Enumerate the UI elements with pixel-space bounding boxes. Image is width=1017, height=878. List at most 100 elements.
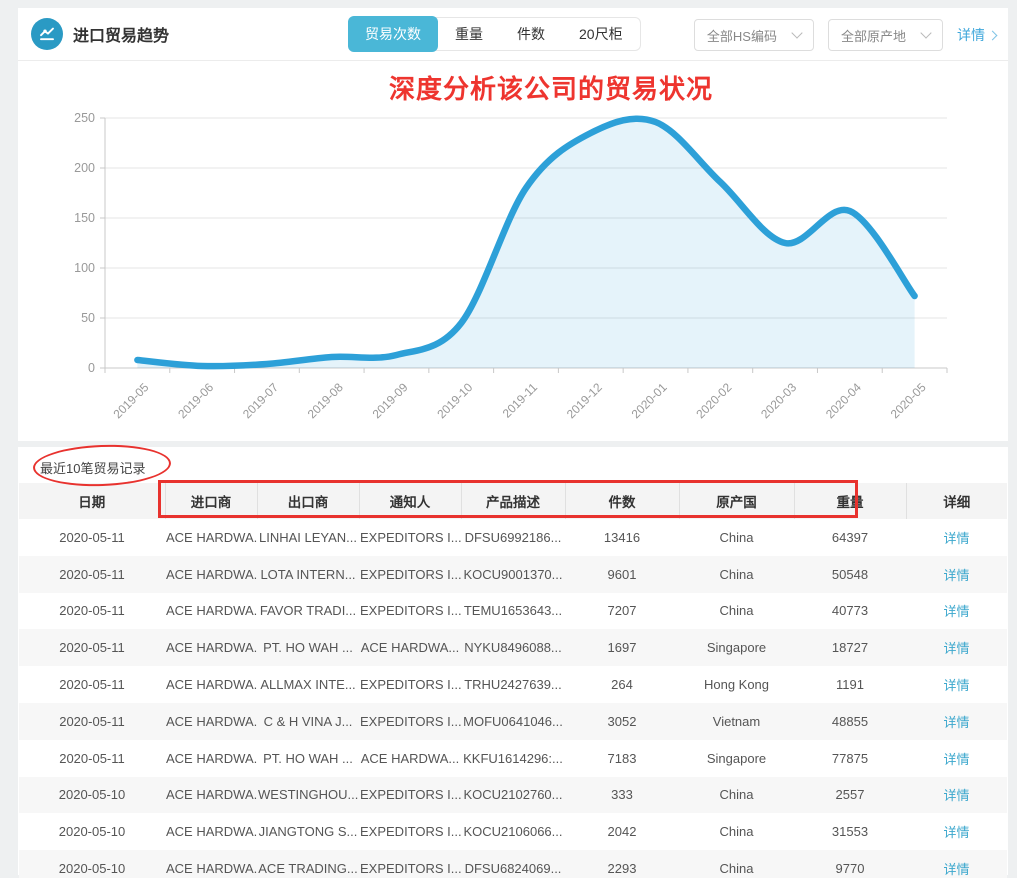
table-cell: 31553	[794, 813, 906, 850]
tab-1[interactable]: 重量	[438, 17, 500, 51]
svg-text:50: 50	[81, 311, 95, 325]
table-cell: EXPEDITORS I...	[359, 777, 461, 814]
table-row: 2020-05-11ACE HARDWA...LINHAI LEYAN...EX…	[19, 519, 1007, 556]
table-cell: EXPEDITORS I...	[359, 519, 461, 556]
table-cell: JIANGTONG S...	[257, 813, 359, 850]
table-cell: EXPEDITORS I...	[359, 593, 461, 630]
trade-records-table: 日期进口商出口商通知人产品描述件数原产国重量详细 2020-05-11ACE H…	[19, 483, 1007, 878]
table-row: 2020-05-11ACE HARDWA...PT. HO WAH ...ACE…	[19, 629, 1007, 666]
table-row: 2020-05-11ACE HARDWA...LOTA INTERN...EXP…	[19, 556, 1007, 593]
table-cell: 2020-05-11	[19, 629, 165, 666]
row-detail-link[interactable]: 详情	[943, 604, 969, 619]
filter-dropdown-label: 全部原产地	[841, 26, 906, 45]
row-detail-link[interactable]: 详情	[943, 752, 969, 767]
table-cell: 2020-05-10	[19, 813, 165, 850]
detail-cell: 详情	[906, 777, 1007, 814]
table-cell: EXPEDITORS I...	[359, 850, 461, 878]
chart-annotation-text: 深度分析该公司的贸易状况	[345, 69, 757, 106]
tab-0[interactable]: 贸易次数	[348, 16, 438, 52]
panel-header: 进口贸易趋势 贸易次数重量件数20尺柜 全部HS编码 全部原产地 详情	[18, 8, 1008, 61]
table-cell: EXPEDITORS I...	[359, 556, 461, 593]
table-cell: ALLMAX INTE...	[257, 666, 359, 703]
row-detail-link[interactable]: 详情	[943, 825, 969, 840]
row-detail-link[interactable]: 详情	[943, 862, 969, 877]
row-detail-link[interactable]: 详情	[943, 641, 969, 656]
area-chart-canvas: 0501001502002502019-052019-062019-072019…	[18, 61, 1008, 442]
table-row: 2020-05-11ACE HARDWA...PT. HO WAH ...ACE…	[19, 740, 1007, 777]
metric-tab-group: 贸易次数重量件数20尺柜	[348, 17, 641, 51]
filter-dropdown-0[interactable]: 全部HS编码	[694, 19, 814, 51]
table-cell: 1697	[565, 629, 679, 666]
svg-text:2019-08: 2019-08	[305, 380, 346, 421]
table-cell: MOFU0641046...	[461, 703, 565, 740]
table-cell: ACE HARDWA...	[165, 666, 257, 703]
svg-text:2019-05: 2019-05	[110, 380, 151, 421]
table-cell: China	[679, 813, 794, 850]
table-cell: 2020-05-11	[19, 556, 165, 593]
table-cell: KOCU2106066...	[461, 813, 565, 850]
records-panel: 最近10笔贸易记录 日期进口商出口商通知人产品描述件数原产国重量详细 2020-…	[18, 447, 1008, 875]
trend-panel: 进口贸易趋势 贸易次数重量件数20尺柜 全部HS编码 全部原产地 详情 深度分析该…	[18, 8, 1008, 441]
row-detail-link[interactable]: 详情	[943, 715, 969, 730]
table-cell: ACE HARDWA...	[359, 740, 461, 777]
chevron-down-icon	[920, 27, 931, 38]
table-cell: 50548	[794, 556, 906, 593]
table-cell: 18727	[794, 629, 906, 666]
svg-text:0: 0	[88, 361, 95, 375]
table-cell: 40773	[794, 593, 906, 630]
table-cell: 2020-05-10	[19, 850, 165, 878]
table-cell: 3052	[565, 703, 679, 740]
table-cell: TEMU1653643...	[461, 593, 565, 630]
column-header-4: 产品描述	[461, 483, 565, 519]
trend-chart: 深度分析该公司的贸易状况 0501001502002502019-052019-…	[18, 61, 1008, 442]
table-cell: 64397	[794, 519, 906, 556]
detail-cell: 详情	[906, 850, 1007, 878]
detail-cell: 详情	[906, 629, 1007, 666]
table-row: 2020-05-10ACE HARDWA...ACE TRADING...EXP…	[19, 850, 1007, 878]
table-cell: 2557	[794, 777, 906, 814]
table-cell: EXPEDITORS I...	[359, 813, 461, 850]
table-cell: KKFU1614296:...	[461, 740, 565, 777]
trend-chart-icon	[31, 18, 63, 50]
table-cell: 7207	[565, 593, 679, 630]
svg-text:2020-02: 2020-02	[693, 380, 734, 421]
tab-2[interactable]: 件数	[500, 17, 562, 51]
table-cell: China	[679, 850, 794, 878]
table-cell: 1191	[794, 666, 906, 703]
table-cell: ACE HARDWA...	[165, 519, 257, 556]
svg-text:2020-05: 2020-05	[888, 380, 929, 421]
chevron-down-icon	[791, 27, 802, 38]
table-cell: China	[679, 519, 794, 556]
row-detail-link[interactable]: 详情	[943, 788, 969, 803]
table-cell: 2020-05-11	[19, 519, 165, 556]
table-cell: ACE HARDWA...	[165, 850, 257, 878]
table-cell: 2020-05-11	[19, 593, 165, 630]
row-detail-link[interactable]: 详情	[943, 531, 969, 546]
page-title: 进口贸易趋势	[73, 22, 169, 46]
table-cell: ACE TRADING...	[257, 850, 359, 878]
svg-text:2020-03: 2020-03	[758, 380, 799, 421]
tab-3[interactable]: 20尺柜	[562, 17, 640, 51]
table-row: 2020-05-11ACE HARDWA...FAVOR TRADI...EXP…	[19, 593, 1007, 630]
row-detail-link[interactable]: 详情	[943, 568, 969, 583]
table-cell: 2020-05-11	[19, 666, 165, 703]
table-cell: ACE HARDWA...	[165, 813, 257, 850]
svg-text:2019-09: 2019-09	[370, 380, 411, 421]
table-cell: Singapore	[679, 740, 794, 777]
row-detail-link[interactable]: 详情	[943, 678, 969, 693]
table-header-row: 日期进口商出口商通知人产品描述件数原产国重量详细	[19, 483, 1007, 519]
column-header-6: 原产国	[679, 483, 794, 519]
table-cell: ACE HARDWA...	[165, 740, 257, 777]
filter-dropdown-label: 全部HS编码	[707, 26, 777, 45]
table-cell: China	[679, 556, 794, 593]
table-cell: ACE HARDWA...	[165, 777, 257, 814]
table-cell: 2293	[565, 850, 679, 878]
table-cell: DFSU6992186...	[461, 519, 565, 556]
table-cell: 2042	[565, 813, 679, 850]
header-detail-link[interactable]: 详情	[957, 25, 996, 45]
filter-dropdown-1[interactable]: 全部原产地	[828, 19, 943, 51]
table-cell: ACE HARDWA...	[165, 593, 257, 630]
table-cell: 13416	[565, 519, 679, 556]
detail-cell: 详情	[906, 519, 1007, 556]
chevron-right-icon	[988, 30, 998, 40]
